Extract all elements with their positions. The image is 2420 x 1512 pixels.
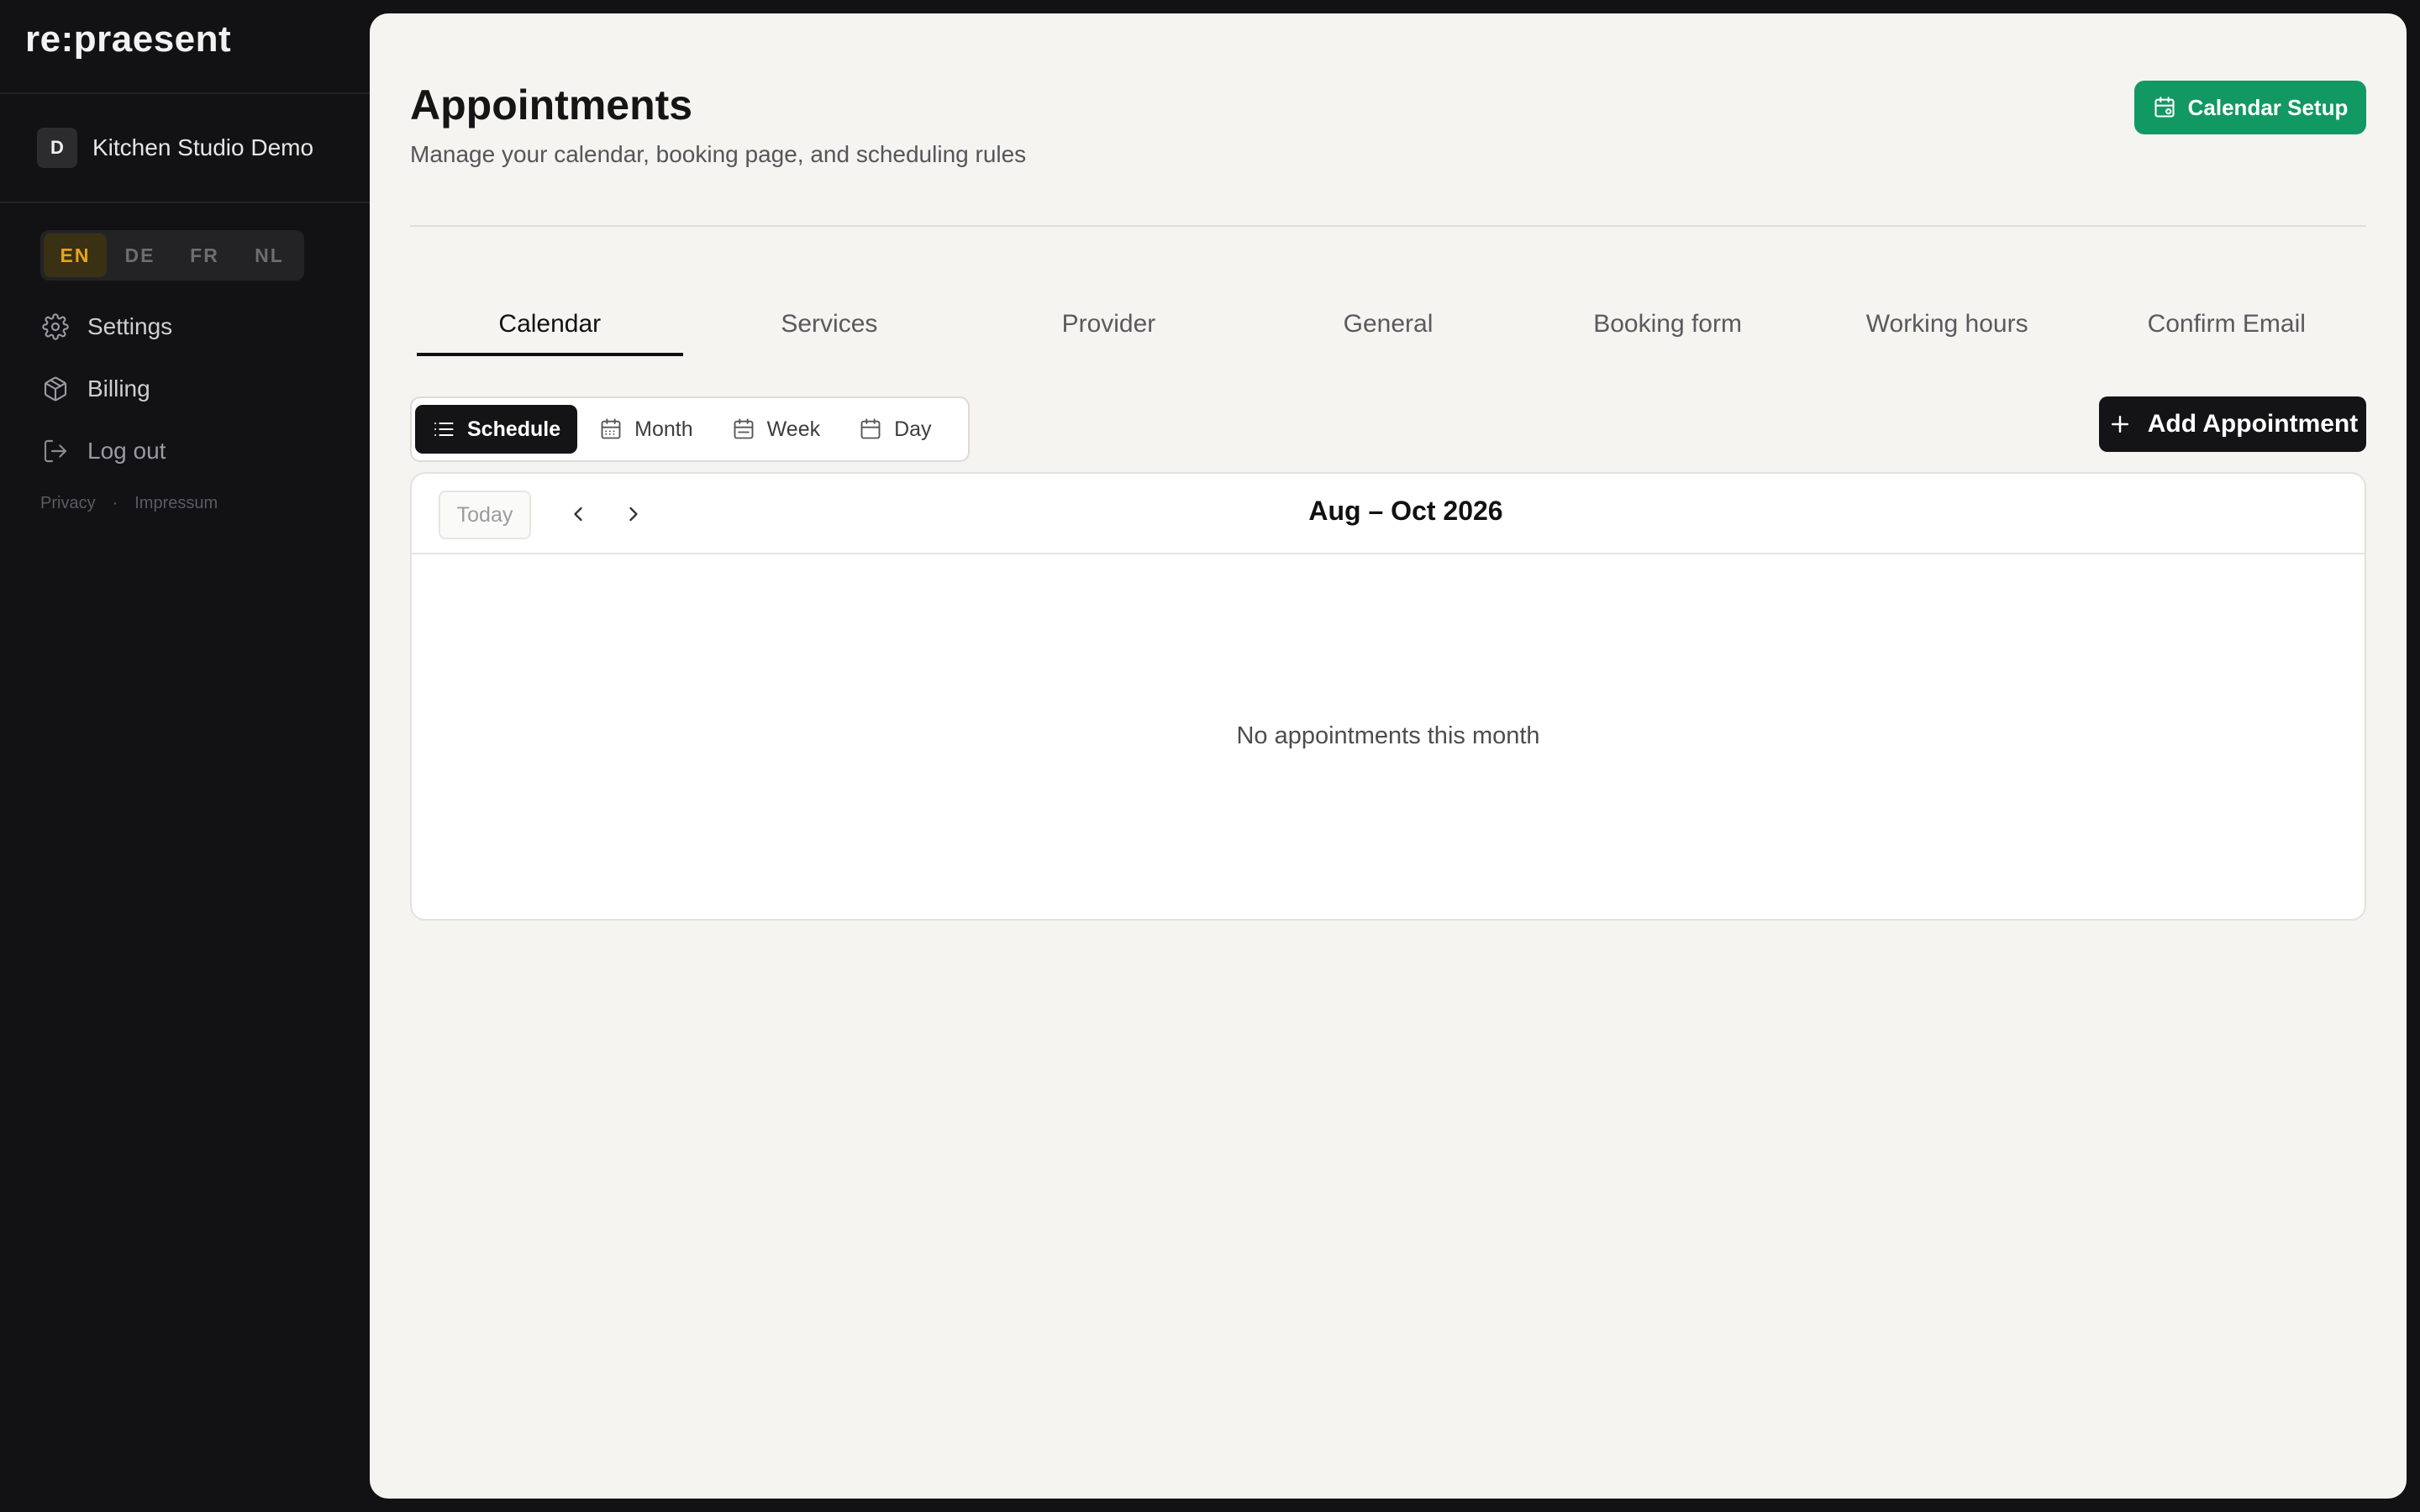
lang-en[interactable]: EN — [44, 234, 107, 277]
list-icon — [434, 422, 454, 437]
sidebar-item-label: Billing — [87, 375, 150, 402]
footer-separator: · — [112, 494, 118, 512]
logout-icon — [44, 439, 67, 463]
sidebar-item-label: Settings — [87, 313, 173, 339]
view-schedule-button[interactable]: Schedule — [415, 405, 578, 454]
tab-bar: Calendar Services Provider General Booki… — [410, 291, 2366, 358]
sidebar-item-settings[interactable]: Settings — [42, 306, 172, 348]
org-avatar: D — [37, 128, 77, 168]
lang-fr[interactable]: FR — [173, 234, 236, 277]
main-panel: Appointments Manage your calendar, booki… — [370, 13, 2407, 1499]
privacy-link[interactable]: Privacy — [40, 494, 96, 513]
gear-icon — [42, 313, 69, 340]
package-icon — [44, 376, 67, 402]
sidebar-item-billing[interactable]: Billing — [42, 368, 172, 410]
view-month-button[interactable]: Month — [582, 405, 709, 454]
view-label: Day — [894, 417, 932, 441]
tab-general[interactable]: General — [1249, 291, 1528, 358]
add-appointment-button[interactable]: Add Appointment — [2099, 396, 2366, 452]
tab-confirm-email[interactable]: Confirm Email — [2086, 291, 2366, 358]
view-week-button[interactable]: Week — [715, 405, 837, 454]
view-label: Week — [766, 417, 821, 441]
view-day-button[interactable]: Day — [842, 405, 948, 454]
tab-working-hours[interactable]: Working hours — [1807, 291, 2087, 358]
view-label: Month — [634, 417, 693, 441]
sidebar-item-label: Log out — [87, 438, 166, 464]
org-name: Kitchen Studio Demo — [92, 134, 314, 160]
plus-icon — [2111, 416, 2128, 433]
sidebar-divider — [0, 92, 370, 94]
calendar-panel: Today Aug – Oct 2026 No appointments thi… — [410, 472, 2366, 921]
impressum-link[interactable]: Impressum — [134, 494, 218, 513]
calendar-toolbar: Today Aug – Oct 2026 — [412, 474, 2365, 554]
tab-calendar[interactable]: Calendar — [410, 291, 690, 358]
sidebar-divider — [0, 202, 370, 203]
add-appointment-label: Add Appointment — [2147, 410, 2359, 438]
empty-state-message: No appointments this month — [1236, 722, 1540, 749]
sidebar: re:praesent D Kitchen Studio Demo EN DE … — [0, 0, 370, 1512]
language-switcher: EN DE FR NL — [40, 230, 304, 281]
tab-provider[interactable]: Provider — [969, 291, 1249, 358]
org-switcher[interactable]: D Kitchen Studio Demo — [37, 128, 313, 168]
calendar-week-icon — [734, 418, 754, 439]
header-divider — [410, 225, 2366, 227]
sidebar-footer: Privacy · Impressum — [40, 494, 218, 513]
page-title: Appointments — [410, 81, 693, 129]
calendar-settings-icon — [2154, 97, 2175, 118]
calendar-setup-label: Calendar Setup — [2187, 94, 2349, 120]
sidebar-nav: Settings Billing Log out — [42, 306, 172, 492]
page-subtitle: Manage your calendar, booking page, and … — [410, 141, 1027, 167]
date-range-label: Aug – Oct 2026 — [1308, 496, 1503, 526]
calendar-setup-button[interactable]: Calendar Setup — [2134, 81, 2366, 134]
lang-nl[interactable]: NL — [238, 234, 301, 277]
calendar-day-icon — [860, 418, 881, 439]
lang-de[interactable]: DE — [108, 234, 171, 277]
app-logo[interactable]: re:praesent — [25, 18, 231, 60]
tab-services[interactable]: Services — [690, 291, 970, 358]
sidebar-item-logout[interactable]: Log out — [42, 430, 172, 472]
view-label: Schedule — [467, 417, 561, 441]
view-switcher: Schedule Month Week Day — [410, 396, 970, 462]
tab-booking-form[interactable]: Booking form — [1528, 291, 1807, 358]
calendar-month-icon — [601, 418, 621, 439]
